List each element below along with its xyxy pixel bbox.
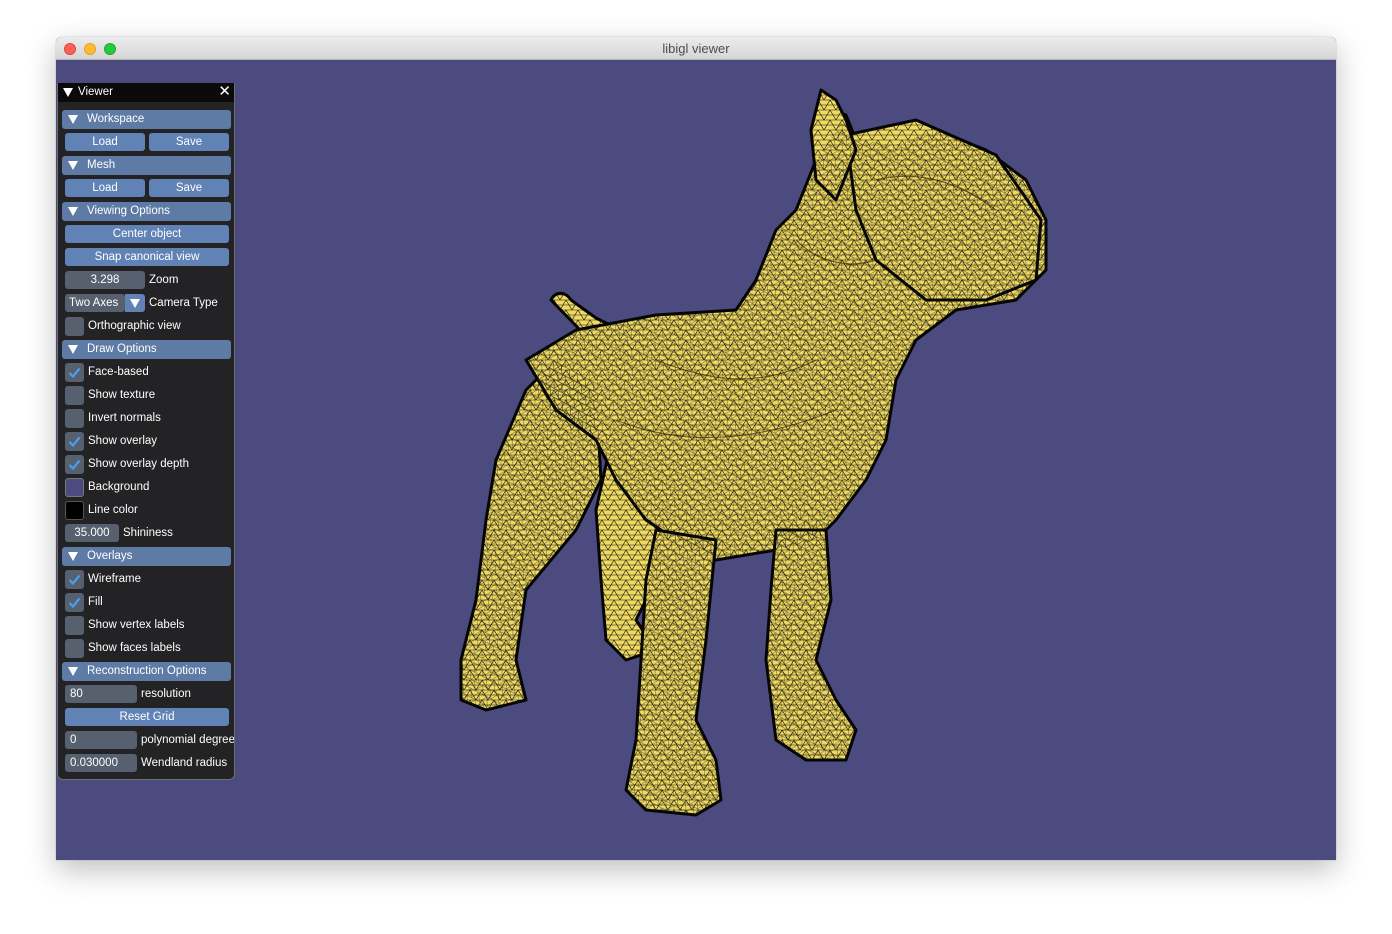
workspace-load-button[interactable]: Load (65, 133, 145, 151)
collapse-arrow-icon (68, 115, 78, 124)
mesh-load-button[interactable]: Load (65, 179, 145, 197)
draw-option-checkbox-2[interactable] (65, 409, 84, 428)
draw-option-label-3: Show overlay (88, 435, 158, 447)
wendland-radius-input[interactable]: 0.030000 (65, 754, 137, 772)
zoom-label: Zoom (149, 274, 179, 286)
viewer-panel-header[interactable]: Viewer ✕ (58, 83, 234, 102)
reconstruction-options-header[interactable]: Reconstruction Options (62, 662, 231, 681)
draw-option-checkbox-1[interactable] (65, 386, 84, 405)
3d-viewport[interactable]: Viewer ✕ Workspace Load Save Mesh Load S… (56, 60, 1336, 860)
workspace-save-button[interactable]: Save (149, 133, 229, 151)
draw-options-header[interactable]: Draw Options (62, 340, 231, 359)
line-color-swatch[interactable] (65, 501, 84, 520)
reset-grid-button[interactable]: Reset Grid (65, 708, 229, 726)
dog-mesh[interactable] (56, 60, 1336, 860)
shininess-input[interactable]: 35.000 (65, 524, 119, 542)
orthographic-checkbox[interactable] (65, 317, 84, 336)
resolution-label: resolution (141, 688, 191, 700)
collapse-arrow-icon (68, 161, 78, 170)
camera-type-select[interactable]: Two Axes (65, 294, 125, 312)
overlay-checkbox-1[interactable] (65, 593, 84, 612)
overlays-header-label: Overlays (87, 550, 133, 562)
collapse-arrow-icon (68, 667, 78, 676)
shininess-label: Shininess (123, 527, 173, 539)
draw-option-label-1: Show texture (88, 389, 156, 401)
collapse-arrow-icon (68, 552, 78, 561)
window-title: libigl viewer (662, 41, 730, 56)
orthographic-label: Orthographic view (88, 320, 181, 332)
overlay-label-2: Show vertex labels (88, 619, 185, 631)
close-icon[interactable]: ✕ (218, 83, 231, 101)
zoom-input[interactable]: 3.298 (65, 271, 145, 289)
snap-canonical-view-button[interactable]: Snap canonical view (65, 248, 229, 266)
reconstruction-options-header-label: Reconstruction Options (87, 665, 207, 677)
camera-type-label: Camera Type (149, 297, 218, 309)
draw-options-header-label: Draw Options (87, 343, 157, 355)
viewer-panel: Viewer ✕ Workspace Load Save Mesh Load S… (57, 83, 235, 780)
draw-option-checkbox-4[interactable] (65, 455, 84, 474)
workspace-header[interactable]: Workspace (62, 110, 231, 129)
draw-option-checkbox-3[interactable] (65, 432, 84, 451)
resolution-input[interactable]: 80 (65, 685, 137, 703)
background-color-swatch[interactable] (65, 478, 84, 497)
collapse-arrow-icon (68, 207, 78, 216)
viewing-options-header[interactable]: Viewing Options (62, 202, 231, 221)
chevron-down-icon[interactable] (125, 294, 145, 312)
wendland-radius-label: Wendland radius (141, 757, 228, 769)
collapse-arrow-icon (68, 345, 78, 354)
mesh-header[interactable]: Mesh (62, 156, 231, 175)
polynomial-degree-label: polynomial degree (141, 734, 234, 746)
overlay-checkbox-3[interactable] (65, 639, 84, 658)
overlay-checkbox-0[interactable] (65, 570, 84, 589)
line-color-label: Line color (88, 504, 138, 516)
overlay-label-0: Wireframe (88, 573, 142, 585)
viewer-panel-title: Viewer (78, 86, 113, 98)
overlays-header[interactable]: Overlays (62, 547, 231, 566)
title-bar[interactable]: libigl viewer (56, 37, 1336, 60)
mesh-save-button[interactable]: Save (149, 179, 229, 197)
collapse-arrow-icon[interactable] (63, 88, 73, 97)
center-object-button[interactable]: Center object (65, 225, 229, 243)
draw-option-checkbox-0[interactable] (65, 363, 84, 382)
background-label: Background (88, 481, 150, 493)
draw-option-label-4: Show overlay depth (88, 458, 190, 470)
draw-option-label-0: Face-based (88, 366, 149, 378)
app-window: libigl viewer Viewer ✕ Workspace Load Sa… (56, 37, 1336, 860)
overlay-label-1: Fill (88, 596, 103, 608)
draw-option-label-2: Invert normals (88, 412, 161, 424)
overlay-label-3: Show faces labels (88, 642, 181, 654)
workspace-header-label: Workspace (87, 113, 145, 125)
mesh-header-label: Mesh (87, 159, 116, 171)
overlay-checkbox-2[interactable] (65, 616, 84, 635)
viewing-options-header-label: Viewing Options (87, 205, 170, 217)
polynomial-degree-input[interactable]: 0 (65, 731, 137, 749)
